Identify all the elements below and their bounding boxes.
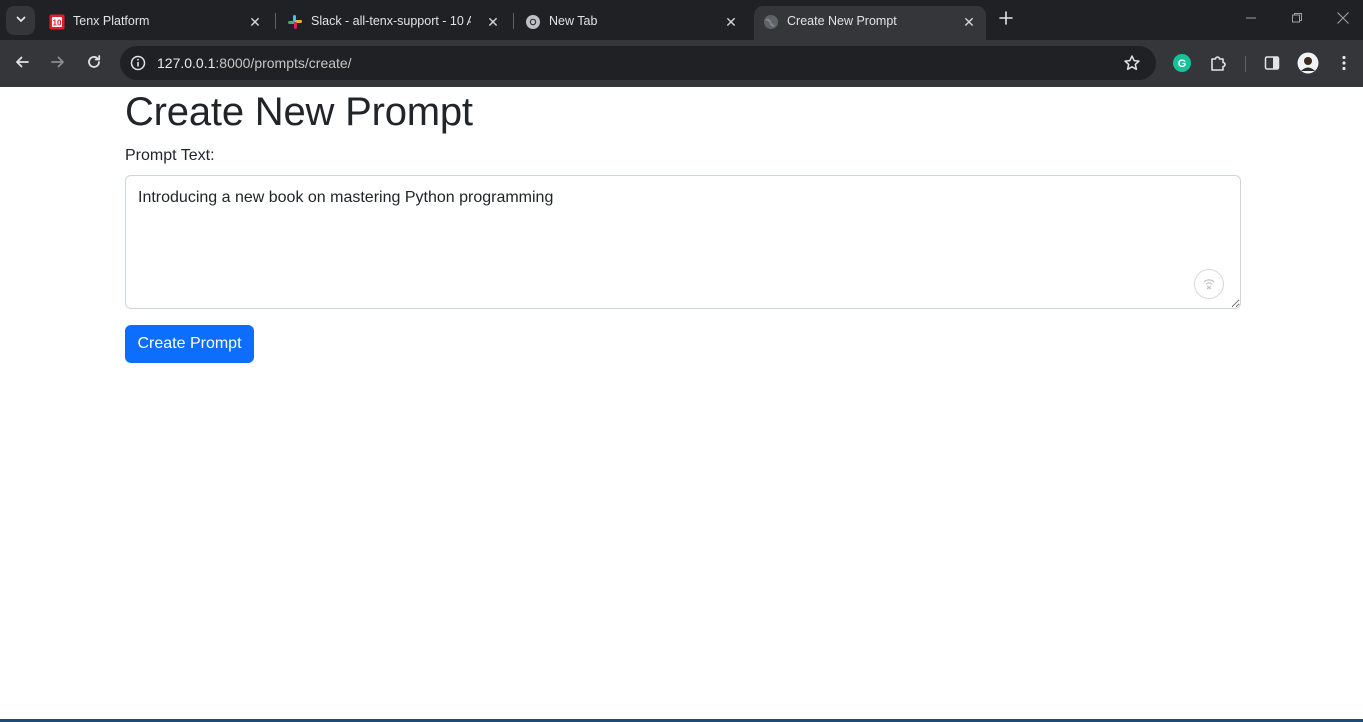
forward-button[interactable] [45,51,71,77]
extensions-puzzle-icon[interactable] [1207,52,1229,74]
tab-new-tab[interactable]: New Tab ✕ [516,6,748,40]
reload-icon [86,54,102,75]
close-window-button[interactable] [1331,8,1355,32]
page-title: Create New Prompt [125,90,473,134]
url-text[interactable]: 127.0.0.1:8000/prompts/create/ [157,55,352,71]
tab-title: Create New Prompt [787,14,897,28]
close-tab-icon[interactable]: ✕ [484,13,502,31]
close-tab-icon[interactable]: ✕ [722,13,740,31]
svg-text:10: 10 [53,19,62,28]
new-tab-button[interactable] [994,8,1018,32]
tab-slack[interactable]: Slack - all-tenx-support - 10 Ac ✕ [278,6,510,40]
svg-text:G: G [1178,58,1187,70]
restore-icon [1291,11,1303,29]
globe-favicon-icon [763,14,779,30]
tab-title: New Tab [549,14,598,28]
browser-menu-icon[interactable] [1333,52,1355,74]
close-window-icon [1336,11,1350,30]
arrow-right-icon [50,54,66,75]
tenx-favicon-icon: 10 [49,14,65,30]
minimize-icon [1245,11,1257,29]
restore-button[interactable] [1285,8,1309,32]
tab-separator [275,13,276,29]
arrow-left-icon [14,54,30,75]
chrome-favicon-icon [525,14,541,30]
prompt-textarea[interactable]: Introducing a new book on mastering Pyth… [125,175,1241,309]
minimize-button[interactable] [1239,8,1263,32]
prompt-text-label: Prompt Text: [125,147,215,164]
browser-toolbar: 127.0.0.1:8000/prompts/create/ G [0,40,1363,87]
tab-title: Tenx Platform [73,14,150,28]
profile-avatar-icon[interactable] [1297,52,1319,74]
plus-icon [999,10,1013,30]
site-info-icon[interactable] [128,53,148,73]
create-prompt-button[interactable]: Create Prompt [125,325,254,363]
tab-separator [513,13,514,29]
grammarly-badge-icon[interactable] [1194,269,1224,299]
address-bar[interactable]: 127.0.0.1:8000/prompts/create/ [120,46,1156,80]
side-panel-icon[interactable] [1261,52,1283,74]
tab-title: Slack - all-tenx-support - 10 Ac [311,14,471,28]
back-button[interactable] [9,51,35,77]
tab-tenx-platform[interactable]: 10 Tenx Platform ✕ [40,6,272,40]
close-tab-icon[interactable]: ✕ [960,13,978,31]
url-host: 127.0.0.1 [157,55,216,71]
tab-create-new-prompt[interactable]: Create New Prompt ✕ [754,6,986,40]
slack-favicon-icon [287,14,303,30]
bookmark-star-icon[interactable] [1122,53,1142,73]
chevron-down-icon [15,12,27,30]
toolbar-divider [1245,56,1246,72]
page-content: Create New Prompt Prompt Text: Introduci… [0,87,1363,722]
close-tab-icon[interactable]: ✕ [246,13,264,31]
grammarly-extension-icon[interactable]: G [1171,52,1193,74]
url-path: :8000/prompts/create/ [215,55,352,71]
reload-button[interactable] [81,51,107,77]
tab-strip: 10 Tenx Platform ✕ Slack - all-tenx-supp… [0,0,1363,40]
tab-search-button[interactable] [6,6,35,35]
